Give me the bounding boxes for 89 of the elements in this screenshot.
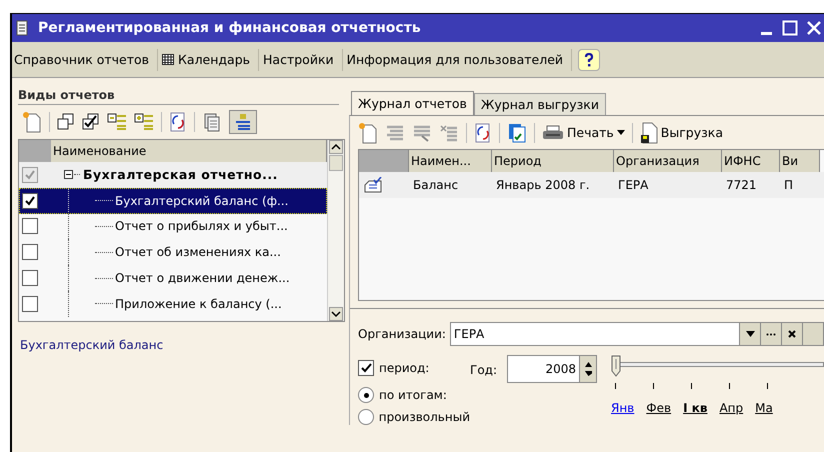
- tree-row[interactable]: Отчет о прибылях и убыт...: [19, 214, 327, 240]
- collapse-toggle[interactable]: [64, 170, 73, 180]
- column-header[interactable]: ИФНС: [722, 150, 780, 172]
- year-field[interactable]: 2008: [507, 355, 597, 383]
- checkbox[interactable]: [22, 244, 38, 260]
- organization-field[interactable]: ГЕРА: [450, 322, 824, 346]
- tree-item: Отчет о движении денеж...: [115, 271, 290, 286]
- table-cell-text: Баланс: [412, 178, 460, 192]
- menu-item[interactable]: Настройки: [261, 52, 340, 67]
- tree-item: Отчет о прибылях и убыт...: [115, 219, 288, 234]
- tree-item: Отчет об изменениях ка...: [115, 245, 281, 260]
- new-document-icon[interactable]: [22, 111, 42, 133]
- radio-label: произвольный: [378, 410, 470, 424]
- help-button[interactable]: [578, 48, 600, 70]
- column-header[interactable]: Наименование: [51, 140, 327, 162]
- caret-icon: [616, 130, 625, 135]
- report-icon: [363, 177, 383, 193]
- menu-item[interactable]: Календарь: [160, 52, 256, 67]
- new-document-icon[interactable]: [358, 122, 378, 144]
- list-icon[interactable]: [412, 124, 432, 142]
- report-description: Бухгалтерский баланс: [20, 338, 164, 352]
- tree-row[interactable]: Отчет об изменениях ка...: [19, 239, 327, 266]
- period-link[interactable]: Янв: [611, 401, 634, 415]
- scrollbar[interactable]: [327, 140, 344, 321]
- tab[interactable]: Журнал выгрузки: [474, 93, 606, 115]
- scroll-thumb[interactable]: [329, 155, 343, 171]
- organization-label: Организации:: [358, 327, 446, 341]
- scroll-down-icon[interactable]: [329, 307, 343, 321]
- checkbox-label: период:: [379, 361, 430, 375]
- period-checkbox[interactable]: период:: [358, 355, 470, 381]
- column-header[interactable]: Ви: [780, 150, 820, 172]
- table-cell-text: Январь 2008 г.: [495, 178, 591, 192]
- checked-document-icon[interactable]: [507, 122, 527, 142]
- period-link[interactable]: Ма: [755, 401, 773, 415]
- checkbox[interactable]: [22, 270, 38, 286]
- tab[interactable]: Журнал отчетов: [351, 91, 474, 115]
- tree-row[interactable]: Бухгалтерский баланс (ф...: [19, 188, 327, 214]
- period-slider[interactable]: [611, 355, 824, 379]
- column-header[interactable]: Период: [492, 150, 614, 172]
- menu-item[interactable]: Справочник отчетов: [12, 52, 156, 67]
- printer-icon: [542, 124, 564, 140]
- print-button[interactable]: Печать: [542, 124, 625, 140]
- hierarchy-toggle-button[interactable]: [229, 110, 257, 134]
- year-label: Год:: [470, 363, 497, 377]
- floppy-document-icon: [640, 122, 658, 144]
- period-link[interactable]: I кв: [683, 401, 708, 415]
- document-icon: [16, 20, 30, 36]
- checked-copy-icon[interactable]: [82, 113, 100, 131]
- checkbox[interactable]: [22, 192, 38, 209]
- period-link[interactable]: Апр: [719, 401, 744, 415]
- documents-icon[interactable]: [202, 112, 222, 132]
- checkbox[interactable]: [22, 166, 38, 183]
- radio-button[interactable]: [358, 409, 374, 425]
- calendar-icon: [162, 54, 174, 65]
- header-corner: [19, 140, 51, 162]
- more-icon[interactable]: [766, 332, 776, 336]
- refresh-icon[interactable]: [169, 112, 187, 132]
- menu-item[interactable]: Информация для пользователей: [344, 52, 570, 67]
- slider-thumb[interactable]: [611, 355, 621, 377]
- table-cell-text: ГЕРА: [617, 178, 650, 192]
- maximize-icon[interactable]: [782, 20, 798, 36]
- checkbox[interactable]: [22, 218, 38, 234]
- close-icon[interactable]: [806, 20, 822, 36]
- column-header[interactable]: Организация: [614, 150, 722, 172]
- tree-item: Приложение к балансу (...: [115, 296, 282, 311]
- panel-title: Виды отчетов: [18, 88, 339, 105]
- copy-icon[interactable]: [57, 113, 75, 131]
- tree-row[interactable]: Отчет о движении денеж...: [19, 265, 327, 291]
- expand-list-icon[interactable]: [134, 113, 154, 131]
- radio-label: по итогам:: [379, 388, 447, 402]
- tree-row[interactable]: Приложение к балансу (...: [19, 290, 327, 317]
- window-title: Регламентированная и финансовая отчетность: [38, 20, 422, 36]
- checkbox[interactable]: [358, 360, 374, 376]
- hierarchy-icon: [235, 113, 251, 131]
- table-cell-text: 7721: [725, 178, 758, 192]
- radio-button[interactable]: [358, 387, 374, 403]
- period-link[interactable]: Фев: [646, 401, 672, 415]
- scroll-up-icon[interactable]: [329, 140, 343, 154]
- question-icon: [584, 52, 594, 66]
- table-cell-text: П: [783, 178, 794, 192]
- tree-item: Бухгалтерский баланс (ф...: [115, 194, 288, 208]
- export-button[interactable]: Выгрузка: [640, 122, 723, 144]
- refresh-icon[interactable]: [474, 122, 492, 142]
- column-header[interactable]: Наимен...: [409, 150, 492, 172]
- checkbox[interactable]: [22, 296, 38, 312]
- collapse-list-icon[interactable]: [107, 113, 127, 131]
- spinner-icon[interactable]: [584, 361, 592, 377]
- clear-icon[interactable]: [788, 330, 796, 338]
- dropdown-icon[interactable]: [746, 331, 754, 337]
